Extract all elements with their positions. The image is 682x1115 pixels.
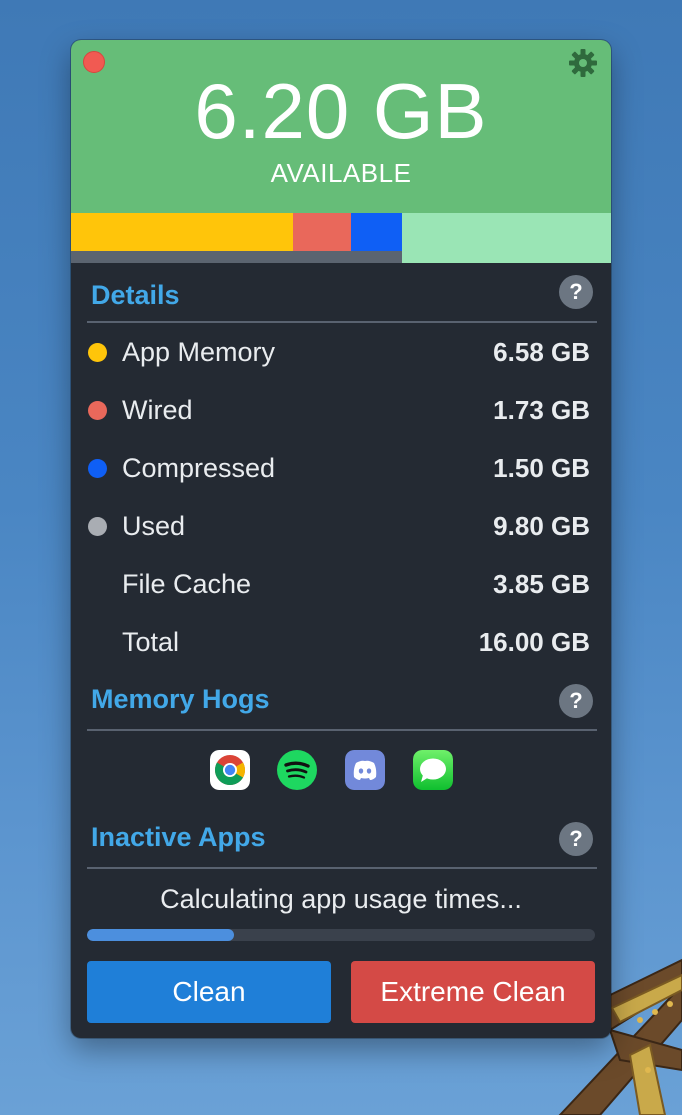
detail-value: 1.50 GB [493,453,590,483]
compressed-dot [88,459,107,478]
inactive-apps-help-button[interactable]: ? [559,822,593,856]
clean-button[interactable]: Clean [87,961,331,1023]
wired-dot [88,401,107,420]
inactive-apps-title: Inactive Apps [91,822,266,852]
available-header: 6.20 GB AVAILABLE [71,40,611,213]
detail-value: 1.73 GB [493,395,590,425]
used-underline [71,251,402,263]
app-memory-dot [88,343,107,362]
inactive-apps-status: Calculating app usage times... [160,884,522,914]
detail-row-used: Used 9.80 GB [71,506,611,546]
detail-label: Total [122,627,180,657]
memory-hogs-help-button[interactable]: ? [559,684,593,718]
memory-hogs-divider [87,729,597,731]
detail-value: 3.85 GB [493,569,590,599]
detail-row-wired: Wired 1.73 GB [71,390,611,430]
detail-label: File Cache [122,569,252,599]
detail-row-compressed: Compressed 1.50 GB [71,448,611,488]
detail-value: 16.00 GB [478,627,590,657]
memory-hogs-apps [71,750,611,790]
available-memory-label: AVAILABLE [270,158,412,188]
detail-value: 6.58 GB [493,337,590,367]
spotify-icon[interactable] [277,750,317,790]
used-dot [88,517,107,536]
messages-icon[interactable] [413,750,453,790]
memory-segment-app-memory [71,213,293,251]
discord-icon[interactable] [345,750,385,790]
detail-row-total: Total 16.00 GB [71,622,611,662]
extreme-clean-button[interactable]: Extreme Clean [351,961,595,1023]
memory-segment-wired [293,213,351,251]
detail-label: Used [122,511,186,541]
inactive-apps-progress-fill [87,929,235,941]
inactive-apps-progress-track [87,929,595,941]
detail-value: 9.80 GB [493,511,590,541]
inactive-apps-divider [87,867,597,869]
detail-label: Compressed [122,453,276,483]
memory-hogs-title: Memory Hogs [91,684,270,714]
details-title: Details [91,280,180,310]
memory-cleaner-panel: 6.20 GB AVAILABLE Details ? App Memory 6… [71,40,611,1038]
memory-segment-compressed [351,213,402,251]
detail-label: App Memory [122,337,276,367]
memory-usage-bar [71,213,611,263]
detail-label: Wired [122,395,193,425]
detail-row-file-cache: File Cache 3.85 GB [71,564,611,604]
detail-row-app-memory: App Memory 6.58 GB [71,332,611,372]
details-divider [87,321,597,323]
details-help-button[interactable]: ? [559,275,593,309]
chrome-icon[interactable] [210,750,250,790]
available-memory-value: 6.20 GB [194,67,488,155]
